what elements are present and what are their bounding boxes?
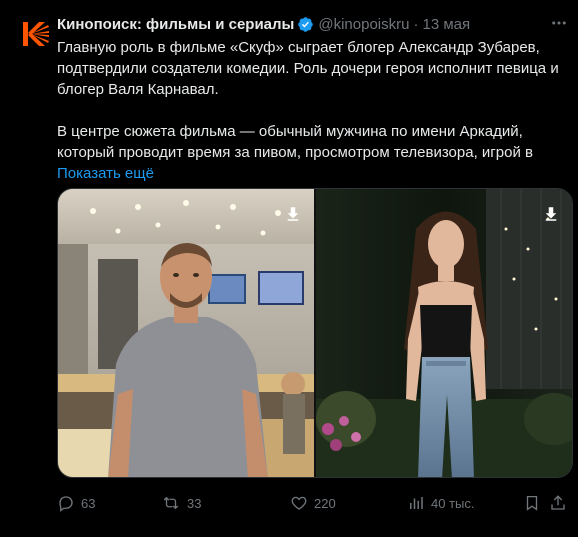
more-options-button[interactable] (548, 12, 570, 34)
photo-woman-image (316, 189, 572, 477)
kinopoisk-logo-icon (15, 14, 55, 54)
text-line: В центре сюжета фильма — обычный мужчина… (57, 123, 523, 140)
like-count: 220 (314, 495, 336, 511)
post-date[interactable]: 13 мая (422, 16, 470, 33)
reply-count: 63 (81, 495, 96, 511)
avatar[interactable] (15, 14, 55, 54)
show-more-link[interactable]: Показать ещё (57, 165, 154, 182)
media-grid (57, 188, 573, 478)
views-button[interactable]: 40 тыс. (407, 491, 474, 515)
tweet-header: Кинопоиск: фильмы и сериалы @kinopoiskru… (57, 14, 470, 34)
reply-icon (59, 496, 73, 512)
tweet: Кинопоиск: фильмы и сериалы @kinopoiskru… (0, 0, 578, 537)
repost-button[interactable]: 33 (161, 491, 201, 515)
text-line: который проводит время за пивом, просмот… (57, 144, 533, 161)
action-bar: 63 33 220 40 тыс. (57, 491, 567, 515)
photo-man-image (58, 189, 314, 477)
bookmark-icon (526, 495, 538, 511)
repost-icon (163, 496, 179, 510)
separator-dot: · (413, 15, 419, 33)
text-line: Главную роль в фильме «Скуф» сыграет бло… (57, 39, 540, 56)
share-icon (551, 495, 565, 510)
photo-right[interactable] (316, 189, 572, 477)
text-line: подтвердили создатели комедии. Роль доче… (57, 60, 559, 77)
views-icon (410, 497, 423, 509)
tweet-text: Главную роль в фильме «Скуф» сыграет бло… (57, 37, 562, 184)
bookmark-button[interactable] (523, 491, 541, 515)
more-icon (552, 21, 566, 25)
text-line: блогер Валя Карнавал. (57, 81, 219, 98)
download-icon[interactable] (542, 205, 560, 223)
verified-badge-icon (297, 16, 314, 33)
author-name[interactable]: Кинопоиск: фильмы и сериалы (57, 16, 294, 33)
author-handle[interactable]: @kinopoiskru (318, 16, 409, 33)
like-button[interactable]: 220 (290, 491, 336, 515)
share-button[interactable] (549, 491, 567, 515)
repost-count: 33 (187, 495, 202, 511)
reply-button[interactable]: 63 (57, 491, 95, 515)
download-icon[interactable] (284, 205, 302, 223)
heart-icon (291, 496, 307, 510)
views-count: 40 тыс. (431, 495, 475, 511)
photo-left[interactable] (58, 189, 314, 477)
